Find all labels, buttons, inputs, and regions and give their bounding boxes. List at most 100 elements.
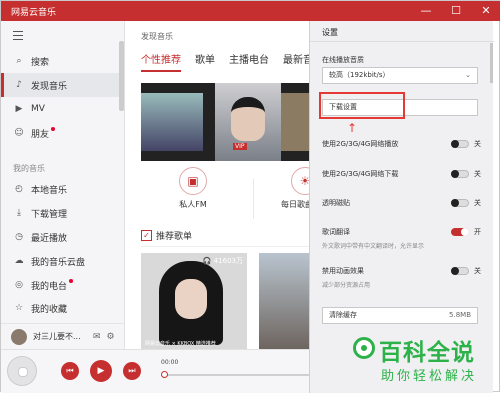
radio-icon: ◎ bbox=[15, 280, 23, 290]
cover-brand: 网易云音乐 × KKBOX 精选推荐 bbox=[145, 341, 216, 347]
option-hint: 减少部分资源占用 bbox=[322, 282, 371, 289]
option-label: 透明磁贴 bbox=[322, 199, 350, 207]
watermark-title: 百科全说 bbox=[379, 340, 475, 366]
toggle-state: 开 bbox=[474, 228, 481, 236]
highlight-box bbox=[319, 92, 405, 119]
tab-radio[interactable]: 主播电台 bbox=[229, 51, 269, 72]
private-fm-label: 私人FM bbox=[179, 200, 207, 209]
sidebar-item-friends[interactable]: ☺ 朋友 bbox=[1, 121, 119, 145]
sidebar-scrollbar[interactable] bbox=[119, 41, 124, 111]
playlist-cover[interactable] bbox=[259, 253, 309, 349]
vip-badge: VIP bbox=[233, 143, 247, 150]
progress-bar[interactable] bbox=[161, 371, 309, 378]
mail-icon[interactable]: ✉ bbox=[93, 332, 101, 342]
user-bar: 对三儿要不... ✉ ⚙ bbox=[1, 323, 125, 349]
play-count: 🎧 41603万 bbox=[202, 257, 243, 265]
toggle-disable-animation[interactable] bbox=[451, 267, 469, 275]
gear-icon[interactable]: ⚙ bbox=[107, 332, 115, 342]
menu-icon[interactable] bbox=[13, 31, 23, 43]
toggle-mobile-play[interactable] bbox=[451, 140, 469, 148]
radio-icon: ▣ bbox=[179, 167, 207, 195]
sidebar-item-label: 我的收藏 bbox=[31, 304, 68, 315]
daily-recommend-entry[interactable]: ☀ 每日歌曲推荐 bbox=[281, 167, 309, 210]
sidebar-item-local-music[interactable]: ◴ 本地音乐 bbox=[1, 177, 119, 201]
tab-new-music[interactable]: 最新音乐 bbox=[283, 51, 309, 72]
quality-value: 较高（192kbit/s） bbox=[329, 71, 390, 79]
sidebar-item-recent[interactable]: ◷ 最近播放 bbox=[1, 225, 119, 249]
sidebar-item-downloads[interactable]: ⤓ 下载管理 bbox=[1, 201, 119, 225]
breadcrumb: 发现音乐 bbox=[141, 32, 173, 41]
close-button[interactable]: ✕ bbox=[471, 1, 500, 21]
checkbox-icon: ✓ bbox=[141, 230, 152, 241]
cache-size: 5.8MB bbox=[449, 311, 471, 319]
sidebar-item-discover[interactable]: ♪ 发现音乐 bbox=[1, 73, 119, 97]
notification-dot bbox=[51, 127, 56, 131]
toggle-lyric-translation[interactable] bbox=[451, 228, 469, 236]
sidebar-item-label: MV bbox=[31, 104, 45, 114]
current-time: 00:00 bbox=[161, 359, 179, 366]
recommend-header: ✓ 推荐歌单 bbox=[141, 229, 309, 247]
toggle-state: 关 bbox=[474, 199, 481, 207]
toggle-transparent-tile[interactable] bbox=[451, 199, 469, 207]
tab-personalized[interactable]: 个性推荐 bbox=[141, 51, 181, 72]
option-label: 禁用动画效果 bbox=[322, 267, 364, 275]
clear-cache-label: 清除缓存 bbox=[329, 311, 357, 319]
chevron-down-icon: ⌄ bbox=[465, 71, 471, 79]
video-icon: ▶ bbox=[15, 104, 23, 114]
progress-handle[interactable] bbox=[161, 371, 168, 378]
sidebar-item-label: 最近播放 bbox=[31, 233, 68, 244]
sidebar-item-label: 发现音乐 bbox=[31, 81, 68, 92]
toggle-state: 关 bbox=[474, 267, 481, 275]
minimize-button[interactable]: — bbox=[411, 1, 441, 21]
toggle-state: 关 bbox=[474, 140, 481, 148]
recent-icon: ◷ bbox=[15, 232, 23, 242]
play-button[interactable]: ▶ bbox=[90, 360, 112, 382]
option-hint: 外文歌词中带有中文翻译时，允许显示 bbox=[322, 243, 425, 250]
banner-image-right bbox=[281, 93, 309, 151]
section-title: 我的音乐 bbox=[13, 164, 45, 173]
app-window: 网易云音乐 — ☐ ✕ ⌕ 搜索 ♪ 发现音乐 ▶ MV ☺ 朋友 我的音乐 ◴… bbox=[0, 0, 500, 393]
sidebar-item-search[interactable]: ⌕ 搜索 bbox=[1, 49, 119, 73]
title-bar[interactable]: 网易云音乐 — ☐ ✕ bbox=[1, 1, 500, 21]
album-art[interactable] bbox=[7, 356, 37, 386]
arrow-up-icon: ↑ bbox=[347, 121, 358, 135]
watermark-logo-icon bbox=[353, 337, 375, 359]
watermark-subtitle: 助你轻松解决 bbox=[381, 369, 478, 384]
sidebar-item-cloud[interactable]: ☁ 我的音乐云盘 bbox=[1, 249, 119, 273]
local-music-icon: ◴ bbox=[15, 184, 23, 194]
clear-cache-button[interactable]: 清除缓存 5.8MB bbox=[322, 307, 478, 324]
music-note-icon: ♪ bbox=[16, 80, 22, 90]
sidebar-item-label: 搜索 bbox=[31, 57, 50, 68]
sidebar-item-label: 朋友 bbox=[31, 129, 50, 140]
player-bar: ⏮ ▶ ⏭ 00:00 bbox=[1, 349, 309, 393]
next-button[interactable]: ⏭ bbox=[123, 362, 141, 380]
toggle-state: 关 bbox=[474, 170, 481, 178]
playlist-cover[interactable]: 🎧 41603万 网易云音乐 × KKBOX 精选推荐 bbox=[141, 253, 247, 349]
banner-carousel[interactable]: VIP bbox=[141, 83, 309, 161]
settings-scrollbar[interactable] bbox=[490, 43, 493, 83]
maximize-button[interactable]: ☐ bbox=[441, 1, 471, 21]
previous-button[interactable]: ⏮ bbox=[61, 362, 79, 380]
tab-bar: 个性推荐 歌单 主播电台 最新音乐 bbox=[141, 51, 309, 72]
recommend-title[interactable]: 推荐歌单 bbox=[156, 229, 192, 242]
option-label: 使用2G/3G/4G网络播放 bbox=[322, 140, 399, 148]
user-name[interactable]: 对三儿要不... bbox=[33, 331, 87, 342]
tab-playlists[interactable]: 歌单 bbox=[195, 51, 215, 72]
sidebar-item-radio[interactable]: ◎ 我的电台 bbox=[1, 273, 119, 297]
sidebar-item-label: 本地音乐 bbox=[31, 185, 68, 196]
quality-label: 在线播放音质 bbox=[322, 56, 364, 64]
watermark: 百科全说 助你轻松解决 bbox=[353, 333, 495, 391]
private-fm-entry[interactable]: ▣ 私人FM bbox=[179, 167, 207, 210]
avatar[interactable] bbox=[11, 328, 27, 345]
sidebar-item-collection[interactable]: ☆ 我的收藏 bbox=[1, 297, 119, 319]
collection-icon: ☆ bbox=[14, 303, 24, 313]
settings-title: 设置 bbox=[322, 28, 338, 37]
option-label: 使用2G/3G/4G网络下载 bbox=[322, 170, 399, 178]
quality-select[interactable]: 较高（192kbit/s） ⌄ bbox=[322, 67, 478, 84]
daily-recommend-label: 每日歌曲推荐 bbox=[281, 200, 309, 209]
main-content: 发现音乐 个性推荐 歌单 主播电台 最新音乐 VIP ▣ 私人FM ☀ 每日歌曲… bbox=[125, 21, 309, 349]
sidebar-item-mv[interactable]: ▶ MV bbox=[1, 97, 119, 121]
sidebar: ⌕ 搜索 ♪ 发现音乐 ▶ MV ☺ 朋友 我的音乐 ◴ 本地音乐 ⤓ 下载管理… bbox=[1, 21, 125, 349]
banner-image-center bbox=[215, 83, 281, 161]
toggle-mobile-download[interactable] bbox=[451, 170, 469, 178]
